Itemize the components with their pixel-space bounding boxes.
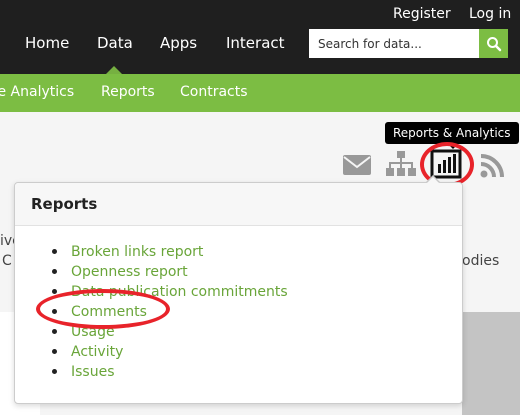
nav-home[interactable]: Home bbox=[25, 34, 69, 52]
subnav-contracts[interactable]: Contracts bbox=[180, 84, 248, 100]
mail-icon bbox=[343, 155, 371, 175]
register-link[interactable]: Register bbox=[393, 6, 451, 22]
subnav-analytics[interactable]: te Analytics bbox=[0, 84, 74, 100]
rss-icon bbox=[480, 154, 504, 178]
nav-interact[interactable]: Interact bbox=[226, 34, 285, 52]
top-navbar: Register Log in Home Data Apps Interact bbox=[0, 0, 520, 75]
subnav-reports[interactable]: Reports bbox=[101, 84, 155, 100]
popover-title: Reports bbox=[31, 195, 98, 213]
search-button[interactable] bbox=[479, 29, 508, 58]
reports-popover: Reports Broken links report Openness rep… bbox=[14, 182, 463, 404]
search-input[interactable] bbox=[309, 29, 479, 58]
background-text: C bbox=[2, 253, 12, 269]
comments-link[interactable]: Comments bbox=[71, 304, 147, 320]
issues-link[interactable]: Issues bbox=[71, 364, 115, 380]
list-item: Data publication commitments bbox=[52, 281, 288, 301]
broken-links-report-link[interactable]: Broken links report bbox=[71, 244, 203, 260]
list-item: Comments bbox=[52, 301, 288, 321]
list-item: Usage bbox=[52, 321, 288, 341]
background-text: odies bbox=[462, 253, 500, 269]
sitemap-icon bbox=[386, 151, 416, 176]
popover-caret bbox=[426, 177, 440, 184]
usage-link[interactable]: Usage bbox=[71, 324, 115, 340]
sitemap-button[interactable] bbox=[385, 150, 417, 180]
search-icon bbox=[486, 36, 501, 51]
mail-button[interactable] bbox=[342, 152, 372, 178]
reports-analytics-tooltip: Reports & Analytics bbox=[385, 122, 519, 149]
popover-header: Reports bbox=[15, 183, 462, 226]
rss-button[interactable] bbox=[478, 152, 506, 180]
sub-navbar: te Analytics Reports Contracts bbox=[0, 74, 520, 112]
list-item: Activity bbox=[52, 341, 288, 361]
list-item: Broken links report bbox=[52, 241, 288, 261]
nav-data[interactable]: Data bbox=[97, 34, 133, 52]
list-item: Issues bbox=[52, 361, 288, 381]
content-panel bbox=[462, 312, 520, 415]
openness-report-link[interactable]: Openness report bbox=[71, 264, 188, 280]
list-item: Openness report bbox=[52, 261, 288, 281]
login-link[interactable]: Log in bbox=[469, 6, 511, 22]
data-publication-commitments-link[interactable]: Data publication commitments bbox=[71, 284, 288, 300]
report-list: Broken links report Openness report Data… bbox=[52, 241, 288, 381]
activity-link[interactable]: Activity bbox=[71, 344, 123, 360]
nav-apps[interactable]: Apps bbox=[160, 34, 197, 52]
